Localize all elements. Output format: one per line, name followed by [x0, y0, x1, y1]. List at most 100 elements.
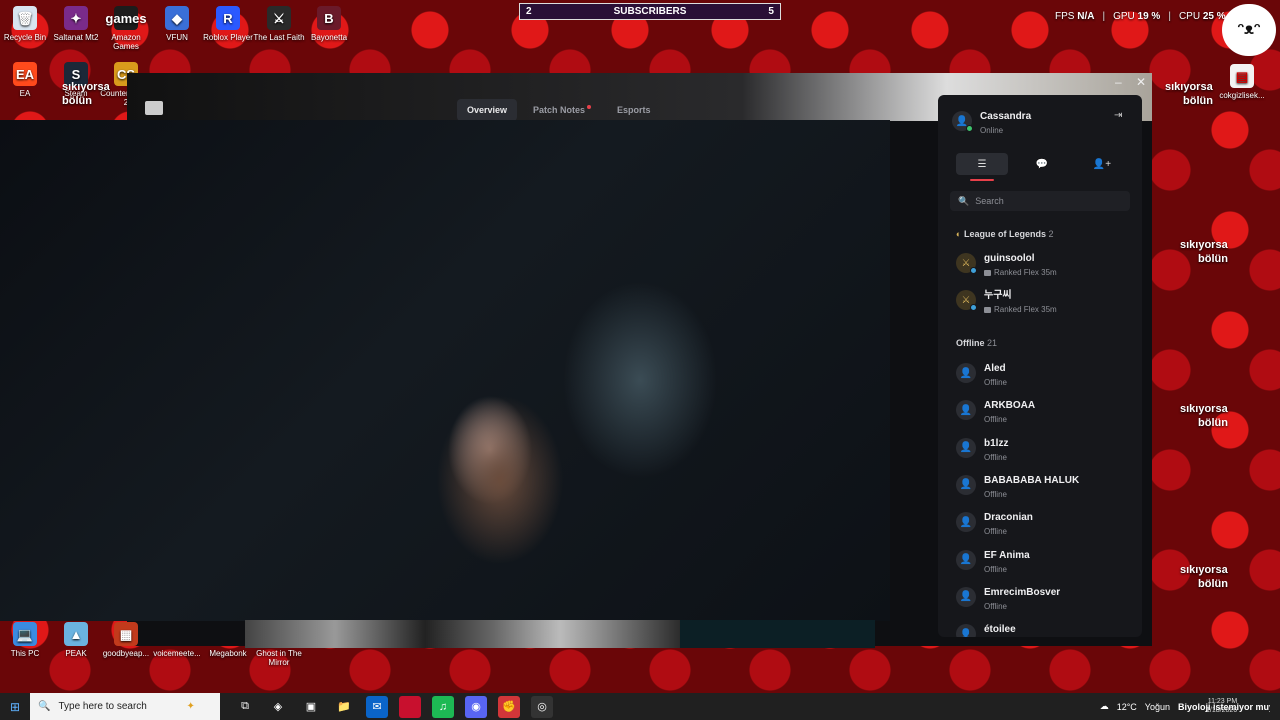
desktop-thumbnail-strip	[245, 620, 695, 648]
desktop-icon[interactable]: ✦ Saltanat Mt2	[48, 6, 104, 42]
friend-row[interactable]: 👤 étoilee	[956, 624, 1128, 637]
riot-icon[interactable]: ✊	[498, 695, 520, 718]
desktop-icon[interactable]: B Bayonetta	[301, 6, 357, 42]
close-button[interactable]: ✕	[1136, 75, 1146, 89]
friend-row[interactable]: 👤 EmrecimBosver Offline	[956, 586, 1128, 612]
taskbar-search[interactable]: 🔍 ✦	[30, 693, 220, 720]
friend-row[interactable]: 👤 BABABABA HALUK Offline	[956, 474, 1128, 500]
my-profile[interactable]: 👤 Cassandra Online	[952, 111, 1031, 136]
avatar: 👤	[952, 111, 973, 132]
friends-list-tab[interactable]: ☰	[956, 153, 1008, 181]
desktop-icon[interactable]: R Roblox Player	[200, 6, 256, 42]
friend-name: BABABABA HALUK	[984, 474, 1080, 486]
avatar: 👤	[956, 512, 976, 533]
subscribers-goal: 5	[768, 6, 774, 17]
avatar: 👤	[956, 624, 976, 637]
friend-row[interactable]: 👤 ARKBOAA Offline	[956, 400, 1128, 425]
group-header-game[interactable]: ◐ League of Legends 2	[956, 229, 1054, 239]
desktop-icon[interactable]: games Amazon Games	[98, 6, 154, 51]
taskbar: ⊞ 🔍 ✦ ⧉ ◈ ▣ 📁 ✉ ♫ ◉ ✊ ◎ ☁ 12°C Yoğun Biyoloji is…	[0, 693, 1280, 720]
messages-tab[interactable]: 💬	[1016, 153, 1068, 175]
ranked-icon	[984, 306, 991, 313]
wallpaper-text: sıkıyorsa bölün	[1165, 81, 1213, 107]
desktop-icon[interactable]: ▦ goodbyeap...	[98, 622, 154, 658]
desktop-icon[interactable]: 🗑 Recycle Bin	[0, 6, 53, 42]
meme-face-icon: ᵔᴥᵔ	[1222, 4, 1276, 56]
desktop-icon[interactable]: ▲ PEAK	[48, 622, 104, 658]
collapse-panel-icon[interactable]: ⇥	[1114, 110, 1122, 121]
desktop-icon[interactable]: Megabonk	[200, 622, 256, 658]
ranked-icon	[984, 269, 991, 276]
friend-row[interactable]: 👤 Aled Offline	[956, 363, 1128, 388]
windows-start-button[interactable]: ⊞	[0, 693, 30, 720]
search-input[interactable]	[975, 196, 1126, 206]
desktop-icon-label: cokgizlisek...	[1219, 91, 1265, 100]
desktop-icon[interactable]: Ghost in The Mirror	[251, 622, 307, 667]
task-view-icon[interactable]: ⧉	[234, 696, 256, 718]
group-header-offline[interactable]: Offline 21	[956, 338, 997, 348]
desktop-icon[interactable]: voicemeete...	[149, 622, 205, 658]
search-icon: 🔍	[38, 701, 51, 712]
store-icon[interactable]: ▣	[300, 696, 322, 718]
minimize-button[interactable]: –	[1115, 75, 1122, 89]
friend-name: EF Anima	[984, 549, 1030, 561]
desktop-icon[interactable]: ◆ VFUN	[149, 6, 205, 42]
friend-name: guinsoolol	[984, 253, 1035, 264]
app-icon	[216, 622, 240, 646]
desktop-icon[interactable]: EA EA	[0, 62, 53, 98]
taskbar-search-input[interactable]	[58, 701, 179, 712]
desktop-icon-label: voicemeete...	[153, 649, 201, 658]
discord-icon[interactable]: ◉	[465, 695, 487, 718]
friend-name: 누구씨	[984, 290, 1012, 301]
search-icon: 🔍	[958, 195, 970, 206]
friend-name: b1lzz	[984, 437, 1009, 449]
friend-name: ARKBOAA	[984, 400, 1036, 412]
profile-status: Online	[980, 126, 1004, 135]
desktop-icon-label: The Last Faith	[253, 33, 305, 42]
in-game-status-icon	[970, 267, 977, 274]
search-highlight-icon: ✦	[186, 701, 195, 712]
desktop-icon[interactable]: 💻 This PC	[0, 622, 53, 658]
friend-row[interactable]: 👤 Draconian Offline	[956, 512, 1128, 537]
friend-row[interactable]: ⚔ guinsoolol Ranked Flex 35m	[956, 253, 1128, 278]
explorer-icon[interactable]: 📁	[333, 696, 355, 718]
file-icon: ▤	[1230, 64, 1254, 88]
friend-row[interactable]: 👤 b1lzz Offline	[956, 437, 1128, 463]
wallpaper-text: sıkıyorsa bölün	[1180, 239, 1228, 265]
copilot-icon[interactable]: ◈	[267, 696, 289, 718]
friend-name: EmrecimBosver	[984, 586, 1061, 598]
tab-patch-notes[interactable]: Patch Notes	[523, 99, 601, 121]
tab-esports[interactable]: Esports	[607, 99, 661, 121]
desktop-icon-label: This PC	[10, 649, 40, 658]
app-icon: ▦	[114, 622, 138, 646]
desktop-icon-label: EA	[19, 89, 31, 98]
weather-icon: ☁	[1099, 701, 1109, 711]
app-icon: ⚔	[267, 6, 291, 30]
taskbar-clock[interactable]: 11:23 PM 1/18/2026	[1206, 697, 1237, 715]
desktop-icon-label: Roblox Player	[203, 33, 253, 42]
friend-name: Aled	[984, 363, 1006, 374]
avatar: 👤	[956, 474, 976, 495]
desktop-icon-file[interactable]: ▤ cokgizlisek...	[1214, 64, 1270, 100]
friend-row[interactable]: 👤 EF Anima Offline	[956, 549, 1128, 575]
subscribers-goal-bar: 2 SUBSCRIBERS 5	[519, 3, 781, 20]
add-friend-tab[interactable]: 👤+	[1076, 153, 1128, 175]
outlook-icon[interactable]: ✉	[366, 695, 388, 718]
friends-search[interactable]: 🔍	[950, 191, 1130, 211]
spotify-icon[interactable]: ♫	[432, 695, 454, 718]
desktop-icon-label: Megabonk	[209, 649, 247, 658]
desktop-icon-label: PEAK	[65, 649, 87, 658]
system-tray: ☁ 12°C Yoğun Biyoloji istemiyor muydun	[1100, 693, 1270, 720]
desktop-icon[interactable]: ⚔ The Last Faith	[251, 6, 307, 42]
desktop-icon-label: Recycle Bin	[3, 33, 47, 42]
obs-icon[interactable]: ◎	[531, 695, 553, 718]
panel-tabs: ☰ 💬 👤+	[956, 153, 1128, 181]
tab-overview[interactable]: Overview	[457, 99, 518, 121]
friend-row[interactable]: ⚔ 누구씨 Ranked Flex 35m	[956, 290, 1128, 315]
riot-logo-icon[interactable]	[145, 101, 163, 115]
red-app-icon[interactable]	[399, 695, 421, 718]
performance-overlay: FPS N/A | GPU 19 % | CPU 25 %	[1055, 11, 1226, 22]
weather-text: Yoğun	[1144, 701, 1170, 712]
app-icon: games	[105, 6, 147, 30]
app-icon: ▲	[64, 622, 88, 646]
